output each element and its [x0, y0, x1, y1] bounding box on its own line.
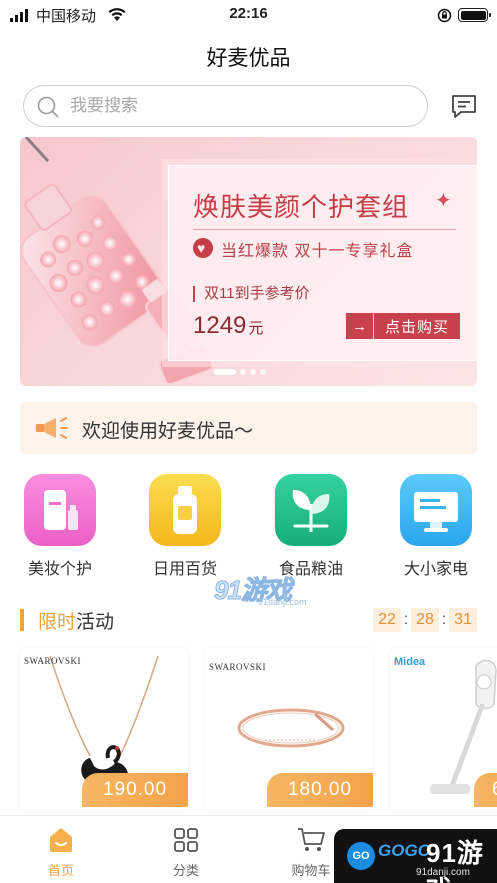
corner-watermark-logo: GO GOGO 91游戏 91danji.com: [334, 829, 497, 883]
monitor-icon: [400, 474, 472, 546]
banner-title: 焕肤美颜个护套组: [193, 192, 410, 222]
category-label: 美妆个护: [27, 561, 92, 578]
banner-price-unit: 元: [248, 320, 264, 337]
product-card[interactable]: Midea 60.: [390, 648, 497, 810]
category-cosmetics[interactable]: 美妆个护: [5, 474, 115, 579]
banner-info-card: 焕肤美颜个护套组 ✦ 当红爆款 双十一专享礼盒 双11到手参考价 1249元 →…: [168, 165, 477, 361]
banner-price: 1249 元: [193, 312, 263, 340]
cosmetics-icon: [24, 474, 96, 546]
category-label: 大小家电: [403, 561, 468, 578]
countdown-timer: 22 : 28 : 31: [373, 608, 477, 632]
product-card[interactable]: SWAROVSKI 190.00: [20, 648, 188, 810]
product-card[interactable]: SWAROVSKI 180.00: [205, 648, 373, 810]
search-input[interactable]: [70, 86, 410, 126]
page-title: 好麦优品: [206, 47, 291, 70]
grid-icon: [141, 826, 231, 854]
product-price: 60.: [474, 773, 497, 807]
megaphone-icon: [36, 417, 68, 439]
category-food[interactable]: 食品粮油: [256, 474, 366, 579]
buy-now-label: 点击购买: [384, 318, 449, 336]
app-screen: 中国移动 22:16 好麦优品 我要搜索 焕肤美颜个护套组 ✦ ♥ 当红爆款 双…: [0, 0, 497, 883]
section-marker: [20, 609, 24, 631]
banner-reference-label: 双11到手参考价: [193, 286, 310, 302]
buy-now-button[interactable]: → 点击购买: [346, 313, 460, 339]
arrow-right-icon: →: [346, 313, 374, 339]
logo-site: 91danji.com: [416, 867, 470, 878]
logo-badge: GO: [347, 842, 375, 870]
rotation-lock-icon: [437, 8, 452, 23]
carousel-dot[interactable]: [250, 369, 256, 375]
countdown-minutes: 28: [411, 608, 439, 632]
product-brand: SWAROVSKI: [209, 662, 267, 672]
carousel-dot[interactable]: [214, 369, 236, 375]
carousel-indicator[interactable]: [214, 369, 266, 375]
flash-sale-products: SWAROVSKI 190.00 SWAROVSKI 180.00 Midea …: [0, 648, 497, 813]
search-bar[interactable]: [23, 85, 428, 127]
tab-label: 分类: [172, 863, 199, 878]
countdown-seconds: 31: [449, 608, 477, 632]
tab-category[interactable]: 分类: [141, 826, 231, 879]
carousel-dot[interactable]: [260, 369, 266, 375]
countdown-separator: :: [403, 611, 409, 628]
home-icon: [16, 826, 106, 854]
bottle-icon: [149, 474, 221, 546]
announcement-bar[interactable]: 欢迎使用好麦优品～: [20, 402, 477, 454]
product-price: 180.00: [267, 773, 373, 807]
tab-label: 首页: [47, 863, 74, 878]
flash-sale-title-rest: 活动: [76, 612, 115, 633]
logo-go-text: GOGO: [378, 841, 431, 860]
countdown-hours: 22: [373, 608, 401, 632]
flash-sale-title: 限时活动: [38, 607, 114, 634]
category-daily-goods[interactable]: 日用百货: [130, 474, 240, 579]
flash-sale-header: 限时活动 22 : 28 : 31: [20, 606, 477, 636]
category-appliances[interactable]: 大小家电: [381, 474, 491, 579]
divider: [193, 229, 456, 230]
flash-sale-title-highlight: 限时: [38, 612, 77, 633]
message-icon[interactable]: [449, 91, 479, 121]
banner-subtitle: 当红爆款 双十一专享礼盒: [221, 243, 414, 260]
category-grid: 美妆个护 日用百货 食品粮油 大小家电: [0, 474, 497, 584]
countdown-separator: :: [441, 611, 447, 628]
battery-icon: [458, 8, 491, 22]
product-brand: SWAROVSKI: [24, 656, 82, 666]
search-icon: [37, 96, 59, 118]
announcement-text: 欢迎使用好麦优品～: [82, 421, 254, 442]
carousel-dot[interactable]: [240, 369, 246, 375]
sparkle-icon: ✦: [435, 190, 452, 212]
clock: 22:16: [229, 5, 268, 22]
watermark-logo: 91游戏 91danji.com: [214, 570, 314, 610]
product-price: 190.00: [82, 773, 188, 807]
status-bar: 中国移动 22:16: [0, 0, 497, 30]
promo-banner[interactable]: 焕肤美颜个护套组 ✦ 当红爆款 双十一专享礼盒 双11到手参考价 1249元 →…: [20, 137, 477, 386]
product-brand: Midea: [394, 656, 426, 668]
leaf-icon: [275, 474, 347, 546]
banner-price-value: 1249: [193, 312, 247, 339]
heart-icon: [193, 238, 213, 258]
tab-home[interactable]: 首页: [16, 826, 106, 879]
